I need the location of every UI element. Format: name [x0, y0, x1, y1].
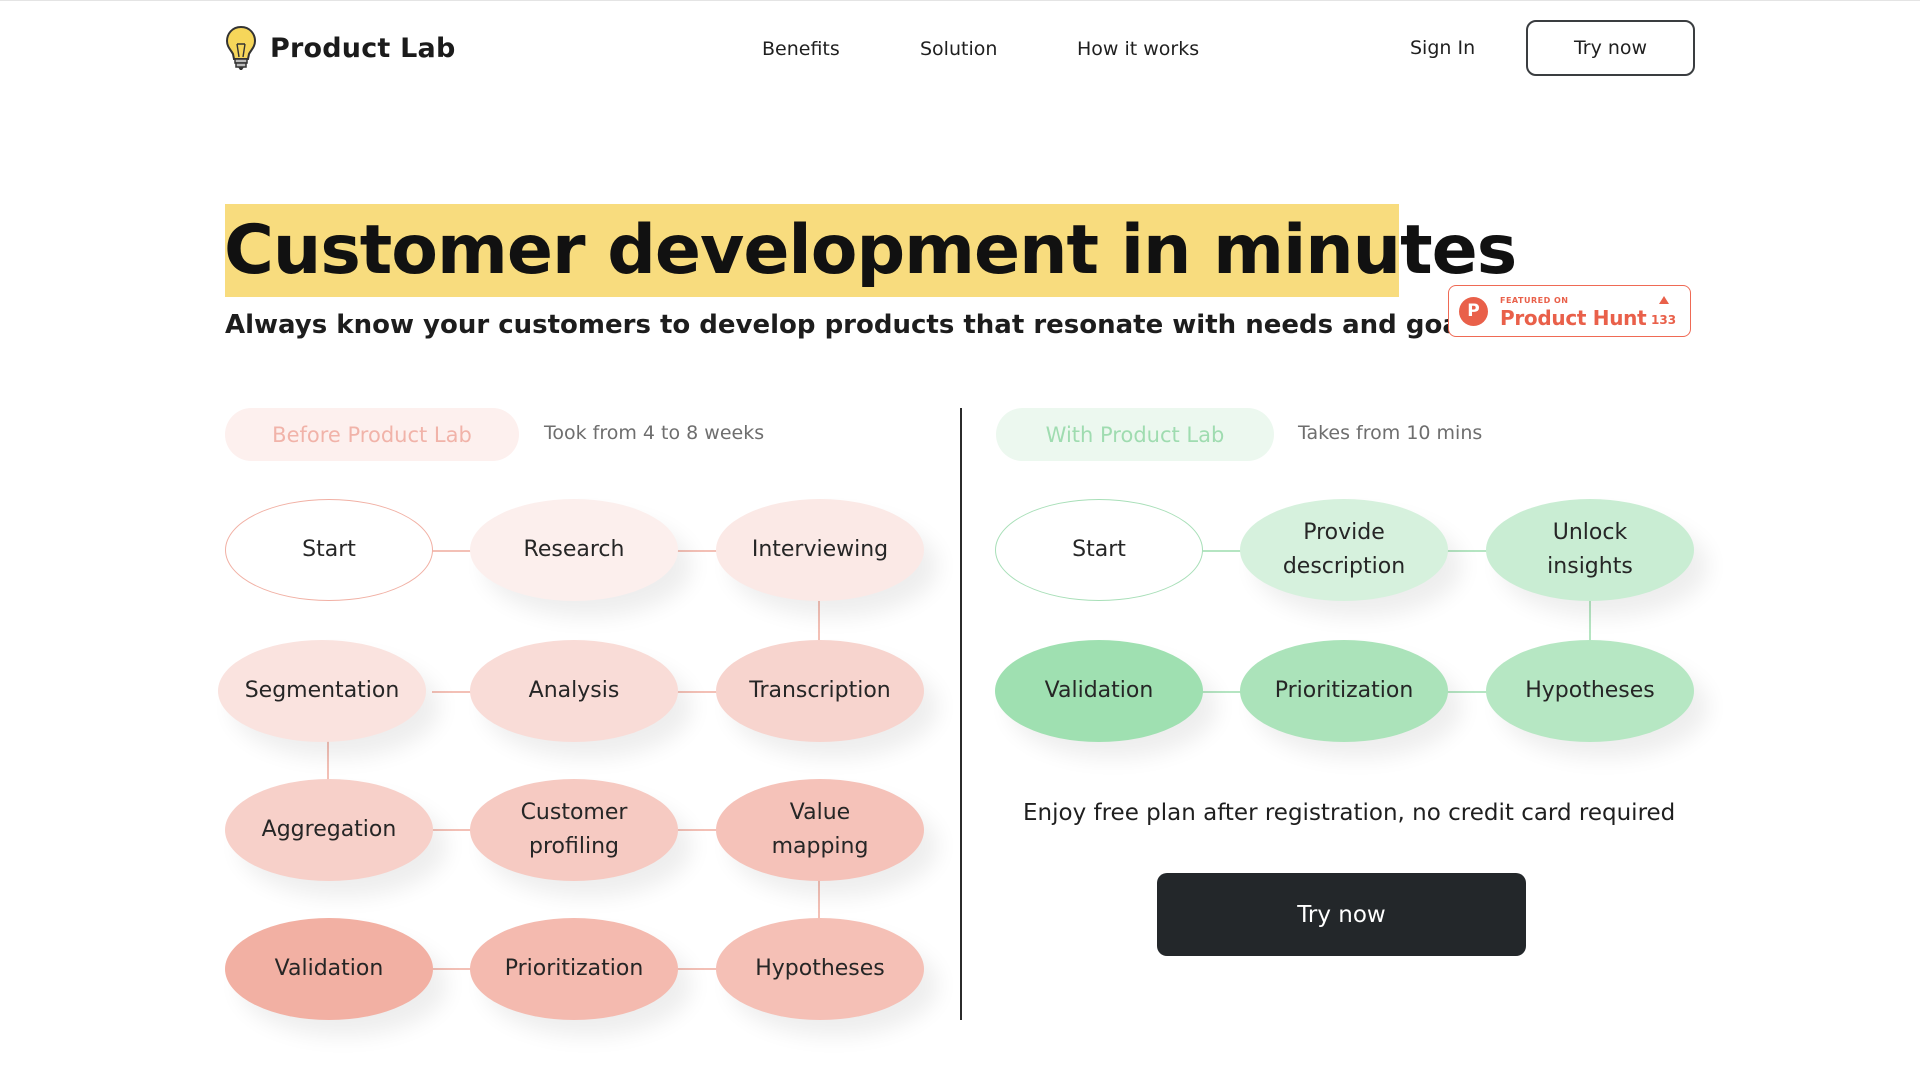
before-step-interviewing: Interviewing	[716, 499, 924, 601]
flow-connector	[818, 879, 820, 919]
product-hunt-badge[interactable]: P FEATURED ON Product Hunt 133	[1448, 285, 1691, 337]
before-step-start: Start	[225, 499, 433, 601]
nav-link-solution[interactable]: Solution	[920, 38, 997, 60]
flow-connector	[1589, 600, 1591, 640]
with-duration-note: Takes from 10 mins	[1298, 422, 1483, 444]
flow-connector	[432, 550, 472, 552]
with-step-provide-description: Provide description	[1240, 499, 1448, 601]
try-now-button-main[interactable]: Try now	[1157, 873, 1526, 956]
product-hunt-upvote-count: 133	[1651, 313, 1677, 327]
with-step-start: Start	[995, 499, 1203, 601]
product-hunt-name: Product Hunt	[1500, 306, 1647, 330]
sign-in-link[interactable]: Sign In	[1410, 37, 1475, 59]
free-plan-text: Enjoy free plan after registration, no c…	[1023, 800, 1676, 826]
flow-connector	[1447, 550, 1487, 552]
with-step-unlock-insights: Unlock insights	[1486, 499, 1694, 601]
flow-connector	[677, 829, 717, 831]
nav-link-benefits[interactable]: Benefits	[762, 38, 840, 60]
product-hunt-icon: P	[1459, 297, 1488, 326]
hero-subtitle: Always know your customers to develop pr…	[225, 310, 1485, 340]
flow-connector	[432, 691, 472, 693]
with-step-validation: Validation	[995, 640, 1203, 742]
flow-connector	[677, 691, 717, 693]
before-product-lab-pill: Before Product Lab	[225, 408, 519, 461]
top-border	[0, 0, 1920, 1]
before-duration-note: Took from 4 to 8 weeks	[544, 422, 765, 444]
product-hunt-featured-label: FEATURED ON	[1500, 296, 1569, 305]
before-step-customer-profiling: Customer profiling	[470, 779, 678, 881]
try-now-button-header[interactable]: Try now	[1526, 20, 1695, 76]
with-product-lab-pill: With Product Lab	[996, 408, 1274, 461]
before-step-hypotheses: Hypotheses	[716, 918, 924, 1020]
before-step-validation: Validation	[225, 918, 433, 1020]
before-step-research: Research	[470, 499, 678, 601]
hero-title: Customer development in minutes	[224, 211, 1517, 290]
before-step-segmentation: Segmentation	[218, 640, 426, 742]
logo[interactable]: Product Lab	[224, 24, 455, 72]
before-step-transcription: Transcription	[716, 640, 924, 742]
upvote-arrow-icon	[1659, 296, 1669, 304]
flow-connector	[1447, 691, 1487, 693]
flow-connector	[327, 741, 329, 781]
with-step-prioritization: Prioritization	[1240, 640, 1448, 742]
before-step-analysis: Analysis	[470, 640, 678, 742]
before-step-aggregation: Aggregation	[225, 779, 433, 881]
flow-connector	[1202, 550, 1242, 552]
flow-connector	[677, 968, 717, 970]
flow-connector	[432, 829, 472, 831]
flow-connector	[432, 968, 472, 970]
logo-text: Product Lab	[270, 32, 456, 64]
lightbulb-icon	[225, 25, 257, 70]
section-divider	[960, 408, 962, 1020]
before-step-prioritization: Prioritization	[470, 918, 678, 1020]
before-step-value-mapping: Value mapping	[716, 779, 924, 881]
nav-link-how-it-works[interactable]: How it works	[1077, 38, 1199, 60]
flow-connector	[677, 550, 717, 552]
flow-connector	[818, 600, 820, 640]
with-step-hypotheses: Hypotheses	[1486, 640, 1694, 742]
flow-connector	[1202, 691, 1242, 693]
